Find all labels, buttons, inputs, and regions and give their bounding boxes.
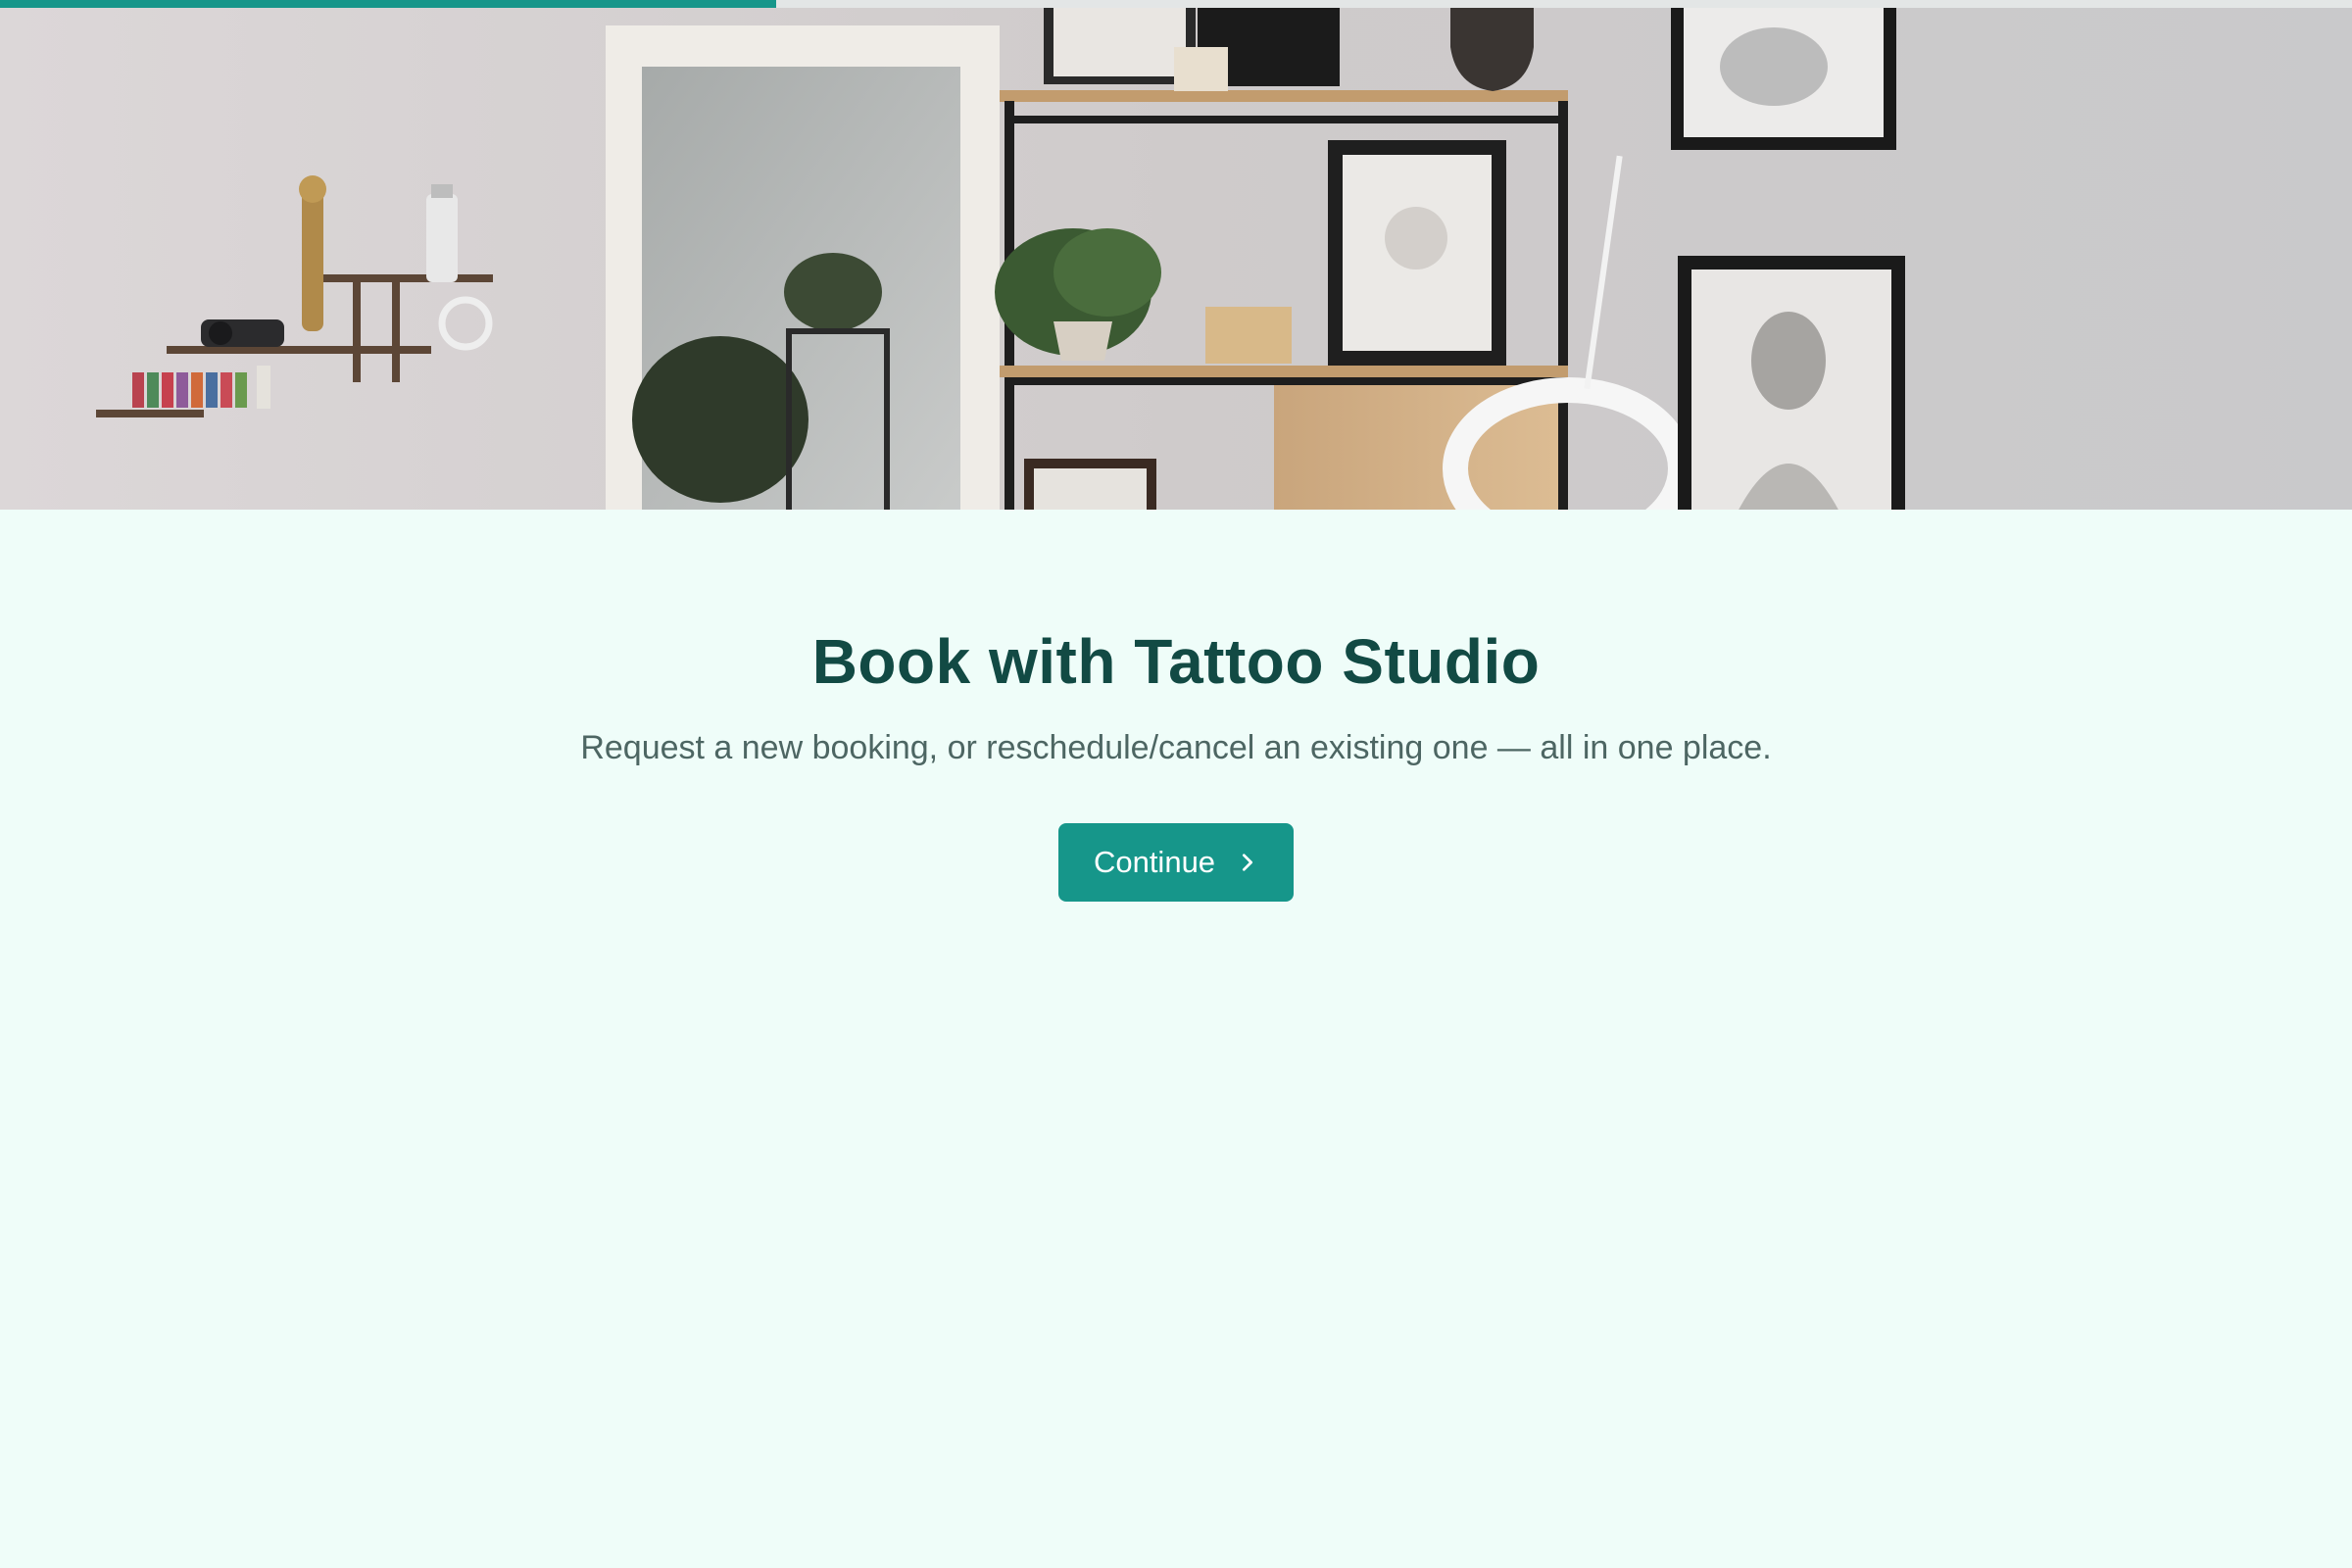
page-title: Book with Tattoo Studio: [811, 626, 1541, 697]
continue-button[interactable]: Continue: [1058, 823, 1294, 902]
hero-image: [0, 8, 2352, 510]
page-subtitle: Request a new booking, or reschedule/can…: [580, 729, 1772, 766]
mirror: [606, 25, 1000, 510]
progress-bar-fill: [0, 0, 776, 8]
progress-bar: [0, 0, 2352, 8]
chevron-right-icon: [1243, 854, 1253, 871]
continue-button-label: Continue: [1093, 845, 1216, 879]
wall-frames: [1671, 8, 1905, 510]
